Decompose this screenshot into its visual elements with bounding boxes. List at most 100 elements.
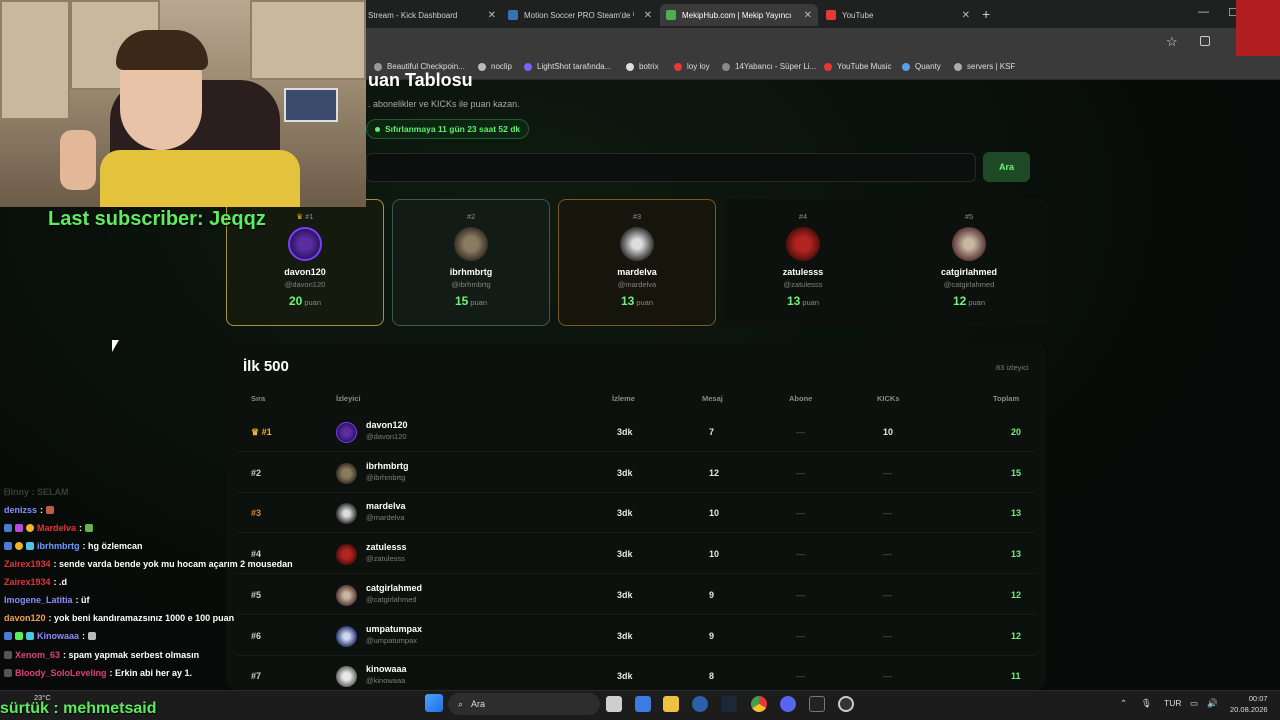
podium-handle: @catgirlahmed (943, 280, 995, 289)
podium-card-5[interactable]: #5 catgirlahmed @catgirlahmed 12 puan (890, 199, 1048, 326)
podium-points: 15 puan (454, 294, 488, 308)
bookmark-icon (722, 62, 730, 71)
chrome-icon[interactable] (751, 696, 767, 712)
avatar (620, 227, 654, 261)
calculator-icon[interactable] (635, 696, 651, 712)
search-input[interactable] (366, 153, 976, 182)
language-indicator[interactable]: TUR (1164, 698, 1181, 708)
table-row[interactable]: ♛ #1 davon120 @davon120 3dk 7 — 10 20 (236, 412, 1036, 452)
close-icon[interactable]: ✕ (804, 10, 812, 21)
row-kicks: 10 (883, 427, 894, 437)
row-messages: 9 (709, 630, 715, 641)
podium-card-4[interactable]: #4 zatulesss @zatulesss 13 puan (724, 199, 882, 326)
capcut-icon[interactable] (809, 696, 825, 712)
chat-message: ibrhmbrtg: hg özlemcan (4, 541, 143, 551)
badge-icon (4, 542, 12, 550)
close-icon[interactable]: ✕ (644, 10, 652, 21)
row-sub: — (796, 549, 805, 560)
taskbar-search[interactable]: ⌕ Ara (448, 693, 600, 715)
row-messages: 7 (709, 427, 715, 437)
row-watch: 3dk (617, 467, 633, 478)
chat-message: Zairex1934: .d (4, 577, 68, 587)
row-watch: 3dk (617, 549, 633, 560)
badge-icon (4, 669, 12, 677)
close-icon[interactable]: ✕ (488, 10, 496, 21)
chat-message: Xenom_63: spam yapmak serbest olmasın (4, 650, 199, 660)
avatar (336, 422, 357, 443)
avatar (336, 584, 357, 606)
task-view-icon[interactable] (606, 696, 622, 712)
status-dot-icon (375, 126, 380, 132)
tab-kick-dashboard[interactable]: Stream - Kick Dashboard ✕ (362, 4, 502, 26)
streamer-hair (116, 30, 208, 70)
row-sub: — (796, 467, 805, 478)
windows-start-icon[interactable] (425, 694, 443, 712)
row-total: 11 (1011, 671, 1021, 682)
tab-mekiphub[interactable]: MekipHub.com | Mekip Yayıncı ✕ (660, 4, 818, 26)
badge-icon (15, 632, 23, 640)
row-total: 15 (1011, 467, 1022, 478)
taskbar-clock[interactable]: 00:07 20.08.2026 (1230, 693, 1268, 715)
row-sub: — (796, 630, 805, 641)
row-kicks: — (883, 467, 892, 478)
close-icon[interactable]: ✕ (962, 10, 970, 21)
reset-timer-badge: Sıfırlanmaya 11 gün 23 saat 52 dk (366, 119, 530, 139)
bookmark-item[interactable]: loy loy (674, 62, 710, 71)
network-icon[interactable]: ▭ (1190, 698, 1198, 709)
obs-icon[interactable] (838, 696, 854, 712)
chat-message: Kinowaaa: (4, 631, 97, 641)
bookmark-item[interactable]: Quanty (902, 62, 941, 71)
microphone-icon[interactable]: 🎙 (1141, 698, 1152, 709)
app-icon[interactable] (692, 696, 708, 712)
bookmark-item[interactable]: noclip (478, 62, 512, 71)
row-rank: #7 (251, 671, 262, 682)
file-explorer-icon[interactable] (663, 696, 679, 712)
podium-handle: @ibrhmbrtg (451, 280, 491, 289)
podium-card-2[interactable]: #2 ibrhmbrtg @ibrhmbrtg 15 puan (392, 199, 550, 326)
bookmark-item[interactable]: botrix (626, 62, 659, 71)
podium-points: 12 puan (952, 294, 986, 308)
steam-icon[interactable] (721, 696, 737, 712)
volume-icon[interactable]: 🔊 (1207, 698, 1218, 709)
row-rank: #4 (251, 549, 262, 560)
screen: { "browser": { "tabs": [ {"title": "Stre… (0, 0, 1280, 720)
follower-overlay: sürtük : mehmetsaid (0, 700, 157, 717)
podium-card-3[interactable]: #3 mardelva @mardelva 13 puan (558, 199, 716, 326)
row-total: 13 (1011, 508, 1022, 519)
chat-message: Imogene_Latitia: üf (4, 595, 90, 605)
bookmark-item[interactable]: servers | KSF (954, 62, 1015, 71)
table-row[interactable]: #6 umpatumpax @umpatumpax 3dk 9 — — 12 (236, 616, 1036, 656)
table-title: İlk 500 (243, 358, 289, 375)
crown-icon: ♛ (296, 212, 304, 221)
extensions-icon[interactable] (1200, 36, 1210, 46)
row-rank: #5 (251, 589, 262, 600)
row-handle: @zatulesss (366, 554, 405, 564)
bookmark-item[interactable]: LightShot tarafında... (524, 62, 611, 71)
new-tab-button[interactable]: + (982, 6, 990, 22)
podium-name: mardelva (617, 267, 657, 277)
viewer-count: 83 izleyici (996, 363, 1029, 372)
minimize-icon[interactable]: — (1198, 6, 1209, 18)
tray-chevron-icon[interactable]: ⌃ (1120, 698, 1127, 709)
search-button[interactable]: Ara (983, 152, 1030, 182)
tab-youtube[interactable]: YouTube ✕ (820, 4, 976, 26)
row-messages: 8 (709, 671, 715, 682)
table-row[interactable]: #3 mardelva @mardelva 3dk 10 — — 13 (236, 493, 1036, 534)
row-kicks: — (883, 589, 892, 600)
table-row[interactable]: #4 zatulesss @zatulesss 3dk 10 — — 13 (236, 534, 1036, 575)
bookmark-item[interactable]: YouTube Music (824, 62, 892, 71)
chat-message: Zairex1934: sende varda bende yok mu hoc… (4, 559, 293, 569)
header-kicks: KICKs (877, 394, 900, 403)
star-icon[interactable]: ☆ (1166, 34, 1178, 50)
mekiphub-icon (666, 10, 676, 20)
bookmark-item[interactable]: 14Yabancı - Süper Li... (722, 62, 816, 71)
table-row[interactable]: #5 catgirlahmed @catgirlahmed 3dk 9 — — 12 (236, 575, 1036, 615)
row-name: catgirlahmed (366, 582, 423, 593)
podium-name: zatulesss (782, 267, 824, 277)
tab-motion-soccer[interactable]: Motion Soccer PRO Steam'de % ✕ (502, 4, 658, 26)
row-messages: 12 (709, 467, 720, 478)
crown-icon: ♛ (251, 427, 262, 437)
table-row[interactable]: #2 ibrhmbrtg @ibrhmbrtg 3dk 12 — — 15 (236, 453, 1036, 493)
podium-rank: #3 (632, 212, 642, 221)
discord-icon[interactable] (780, 696, 796, 712)
